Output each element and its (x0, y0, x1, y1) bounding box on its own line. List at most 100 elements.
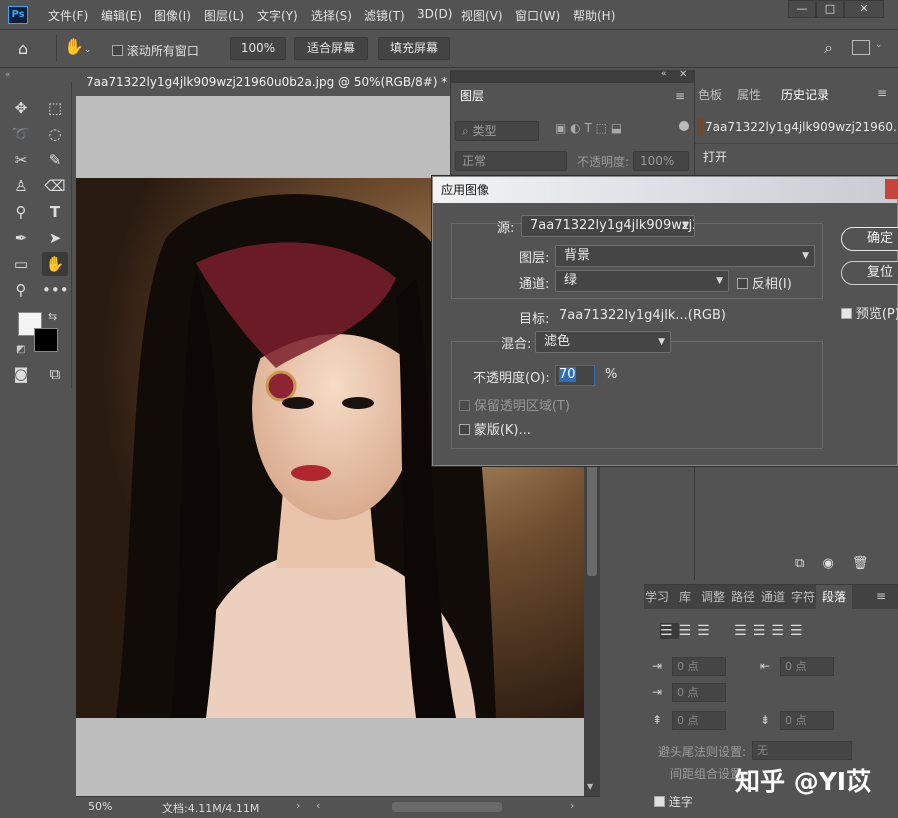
status-menu-arrow-icon[interactable]: › (296, 799, 300, 812)
camera-icon[interactable]: ◉ (822, 556, 833, 571)
tab-properties[interactable]: 属性 (729, 82, 769, 108)
blend-mode-select[interactable]: 正常 (455, 151, 567, 171)
align-right-icon[interactable]: ☰ (697, 623, 716, 639)
align-center-icon[interactable]: ☰ (679, 623, 698, 639)
maximize-button[interactable]: □ (816, 0, 844, 18)
panel-menu-icon[interactable]: ≡ (675, 89, 685, 103)
justify-right-icon[interactable]: ☰ (771, 623, 790, 639)
layer-opacity-field[interactable]: 100% (633, 151, 689, 171)
align-left-icon[interactable]: ☰ (660, 623, 679, 639)
preserve-transparency-checkbox[interactable]: 保留透明区域(T) (459, 395, 570, 414)
dialog-title-bar[interactable]: 应用图像 (433, 177, 898, 203)
trash-icon[interactable]: 🗑 (852, 556, 869, 571)
brush-tool-icon[interactable]: ✎ (42, 148, 68, 172)
menu-3d[interactable]: 3D(D) (417, 7, 452, 21)
tab-libraries[interactable]: 库 (674, 585, 696, 609)
menu-view[interactable]: 视图(V) (461, 7, 503, 24)
swap-colors-icon[interactable]: ⇆ (48, 310, 57, 323)
hand-tool-preset-icon[interactable]: ✋⌄ (64, 37, 98, 59)
home-icon[interactable]: ⌂ (18, 39, 40, 59)
first-line-indent-field[interactable]: 0 点 (672, 683, 726, 702)
background-color-swatch[interactable] (34, 328, 58, 352)
close-panel-icon[interactable]: ✕ (679, 69, 687, 80)
blending-select[interactable]: 滤色 ▼ (535, 331, 671, 353)
opacity-input[interactable]: 70 (555, 365, 595, 386)
filter-toggle-icon[interactable] (679, 121, 689, 131)
space-before-field[interactable]: 0 点 (672, 711, 726, 730)
menu-image[interactable]: 图像(I) (154, 7, 191, 24)
menu-filter[interactable]: 滤镜(T) (364, 7, 405, 24)
history-item[interactable]: 打开 (695, 144, 898, 168)
default-colors-icon[interactable]: ◩ (16, 344, 25, 355)
kinsoku-select[interactable]: 无 (752, 741, 852, 760)
workspace-icon[interactable] (852, 40, 870, 55)
rectangle-tool-icon[interactable]: ▭ (8, 252, 34, 276)
menu-type[interactable]: 文字(Y) (257, 7, 298, 24)
layer-filter-icons[interactable]: ▣ ◐ T ⬚ ⬓ (555, 121, 622, 135)
panel-menu-icon[interactable]: ≡ (877, 86, 887, 100)
hand-tool-icon[interactable]: ✋ (42, 252, 68, 276)
fill-screen-button[interactable]: 填充屏幕 (378, 37, 450, 60)
menu-file[interactable]: 文件(F) (48, 7, 88, 24)
fit-screen-button[interactable]: 适合屏幕 (294, 37, 368, 60)
justify-center-icon[interactable]: ☰ (753, 623, 772, 639)
scroll-down-icon[interactable]: ▼ (587, 782, 593, 791)
panel-menu-icon[interactable]: ≡ (876, 589, 886, 603)
layer-filter-select[interactable]: ⌕ 类型 (455, 121, 539, 141)
zoom-level[interactable]: 50% (88, 800, 112, 813)
tab-layers[interactable]: 图层 (451, 83, 493, 109)
type-tool-icon[interactable]: T (42, 200, 68, 224)
menu-layer[interactable]: 图层(L) (204, 7, 244, 24)
indent-right-field[interactable]: 0 点 (780, 657, 834, 676)
tab-paragraph[interactable]: 段落 (816, 585, 852, 609)
channel-select[interactable]: 绿 ▼ (555, 270, 729, 292)
space-after-field[interactable]: 0 点 (780, 711, 834, 730)
tab-channels[interactable]: 通道 (760, 585, 786, 609)
stamp-tool-icon[interactable]: ♙ (8, 174, 34, 198)
quick-mask-icon[interactable]: ◙ (8, 362, 34, 386)
lasso-tool-icon[interactable]: ➰ (8, 122, 34, 146)
dodge-tool-icon[interactable]: ⚲ (8, 200, 34, 224)
more-tools-icon[interactable]: ••• (42, 278, 69, 302)
minimize-button[interactable]: — (788, 0, 816, 18)
zoom-tool-icon[interactable]: ⚲ (8, 278, 34, 302)
menu-select[interactable]: 选择(S) (311, 7, 352, 24)
scrollbar-thumb[interactable] (587, 456, 597, 576)
tab-learn[interactable]: 学习 (644, 585, 670, 609)
tab-history[interactable]: 历史记录 (773, 82, 837, 108)
pen-tool-icon[interactable]: ✒ (8, 226, 34, 250)
justify-left-icon[interactable]: ☰ (734, 623, 753, 639)
indent-left-field[interactable]: 0 点 (672, 657, 726, 676)
justify-all-icon[interactable]: ☰ (790, 623, 809, 639)
tab-paths[interactable]: 路径 (730, 585, 756, 609)
source-select[interactable]: 7aa71322ly1g4jlk909wzj2... ▼ (521, 215, 695, 237)
search-icon[interactable]: ⌕ (824, 38, 833, 58)
collapse-panel-icon[interactable]: « (661, 69, 667, 79)
tab-adjustments[interactable]: 调整 (700, 585, 726, 609)
menu-help[interactable]: 帮助(H) (573, 7, 615, 24)
move-tool-icon[interactable]: ✥ (8, 96, 34, 120)
preview-checkbox[interactable]: 预览(P) (841, 303, 898, 322)
path-select-tool-icon[interactable]: ➤ (42, 226, 68, 250)
marquee-tool-icon[interactable]: ⬚ (42, 96, 68, 120)
screen-mode-icon[interactable]: ⧉ (42, 362, 68, 386)
close-window-button[interactable]: ✕ (844, 0, 884, 18)
menu-window[interactable]: 窗口(W) (515, 7, 560, 24)
history-snapshot[interactable]: 7aa71322ly1g4jlk909wzj21960... (695, 112, 898, 144)
ok-button[interactable]: 确定 (841, 227, 898, 251)
quick-select-tool-icon[interactable]: ◌ (42, 122, 68, 146)
scroll-all-windows-checkbox[interactable]: 滚动所有窗口 (112, 42, 199, 59)
horizontal-scrollbar-thumb[interactable] (392, 802, 502, 812)
crop-tool-icon[interactable]: ✂ (8, 148, 34, 172)
new-document-from-state-icon[interactable]: ⧉ (795, 556, 804, 571)
scroll-left-icon[interactable]: ‹ (316, 799, 320, 812)
eraser-tool-icon[interactable]: ⌫ (42, 174, 68, 198)
reset-button[interactable]: 复位 (841, 261, 898, 285)
zoom-100-button[interactable]: 100% (230, 37, 286, 60)
menu-edit[interactable]: 编辑(E) (101, 7, 142, 24)
dialog-close-button[interactable] (885, 179, 898, 199)
tab-character[interactable]: 字符 (790, 585, 816, 609)
tab-swatches[interactable]: 色板 (695, 82, 725, 108)
document-tab[interactable]: 7aa71322ly1g4jlk909wzj21960u0b2a.jpg @ 5… (76, 68, 467, 96)
scroll-right-icon[interactable]: › (570, 799, 574, 812)
